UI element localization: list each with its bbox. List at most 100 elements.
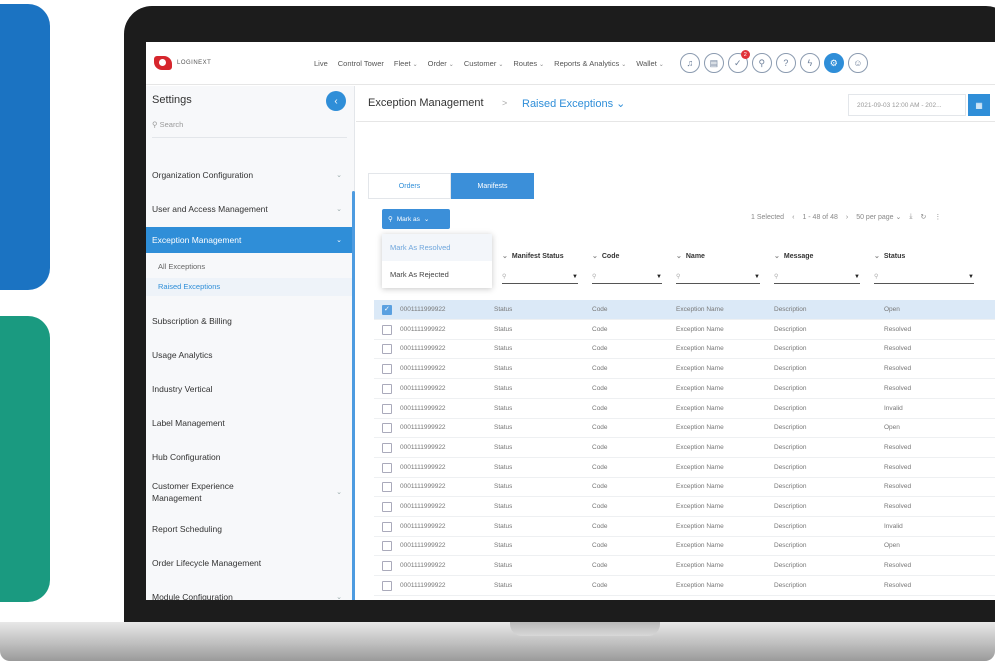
sidebar-item-report-scheduling[interactable]: Report Scheduling (146, 512, 352, 546)
table-row[interactable]: 0001111999922 Status Code Exception Name Des… (374, 339, 995, 360)
sidebar-item-usage-analytics[interactable]: Usage Analytics (146, 338, 352, 372)
brand-logo[interactable]: LOGINEXT (154, 56, 314, 70)
table-row[interactable]: 0001111999922 Status Code Exception Name Des… (374, 458, 995, 478)
column-header-manifest-status[interactable]: ⌄ Manifest Status (502, 246, 588, 266)
mark-as-button[interactable]: ⚲ Mark as ⌄ (382, 209, 450, 229)
tab-manifests[interactable]: Manifests (451, 173, 534, 199)
table-row[interactable]: 0001111999922 Status Code Exception Name Des… (374, 536, 995, 557)
table-row[interactable]: 0001111999922 Status Code Exception Name Des… (374, 379, 995, 399)
cell-id: 0001111999922 (400, 463, 446, 471)
next-page-icon[interactable]: › (846, 214, 848, 221)
sidebar-subitem-raised-exceptions[interactable]: Raised Exceptions (146, 278, 352, 296)
table-row[interactable]: 0001111999922 Status Code Exception Name Des… (374, 596, 995, 601)
column-filter-input[interactable]: ⚲ ▼ (874, 270, 974, 284)
column-header-name[interactable]: ⌄ Name (676, 246, 770, 266)
row-checkbox[interactable] (382, 442, 392, 453)
help-icon[interactable]: ? (775, 53, 796, 73)
row-checkbox[interactable] (382, 364, 392, 375)
nav-item-fleet[interactable]: Fleet ⌄ (394, 59, 418, 68)
column-filter-input[interactable]: ⚲ ▼ (676, 270, 760, 284)
filter-dropdown-icon[interactable]: ▼ (656, 274, 662, 280)
row-checkbox[interactable] (382, 344, 392, 355)
sidebar-item-user-and-access-management[interactable]: User and Access Management ⌄ (146, 192, 352, 226)
breadcrumb-dropdown[interactable]: Raised Exceptions ⌄ (522, 97, 625, 110)
cell-message: Description (774, 522, 807, 530)
column-filter-input[interactable]: ⚲ ▼ (592, 270, 662, 284)
table-row[interactable]: 0001111999922 Status Code Exception Name Des… (374, 438, 995, 458)
table-row[interactable]: 0001111999922 Status Code Exception Name Des… (374, 300, 995, 320)
column-filter-input[interactable]: ⚲ ▼ (502, 270, 578, 284)
row-checkbox[interactable] (382, 482, 392, 493)
collapse-sidebar-button[interactable]: ‹ (326, 91, 346, 111)
table-row[interactable]: 0001111999922 Status Code Exception Name Des… (374, 399, 995, 419)
row-checkbox[interactable] (382, 561, 392, 572)
cell-code: Code (592, 325, 608, 333)
sidebar-search-input[interactable]: ⚲ Search (152, 120, 347, 138)
nav-item-wallet[interactable]: Wallet ⌄ (636, 59, 664, 68)
table-row[interactable]: 0001111999922 Status Code Exception Name Des… (374, 477, 995, 498)
tasks-icon[interactable]: ✓ 2 (727, 50, 750, 73)
sidebar-item-subscription-billing[interactable]: Subscription & Billing (146, 304, 352, 338)
table-row[interactable]: 0001111999922 Status Code Exception Name Des… (374, 517, 995, 537)
date-range-picker[interactable]: 2021-09-03 12:00 AM - 202... (848, 94, 966, 116)
nav-item-customer[interactable]: Customer ⌄ (464, 59, 504, 68)
table-row[interactable]: 0001111999922 Status Code Exception Name Des… (374, 497, 995, 517)
column-header-code[interactable]: ⌄ Code (592, 246, 672, 266)
cell-manifest-status: Status (494, 581, 513, 589)
filter-dropdown-icon[interactable]: ▼ (854, 274, 860, 280)
user-icon[interactable]: ☺ (847, 53, 868, 73)
nav-item-live[interactable]: Live (314, 59, 328, 68)
sidebar-item-label-management[interactable]: Label Management (146, 406, 352, 440)
sidebar-subitem-all-exceptions[interactable]: All Exceptions (146, 258, 352, 276)
bolt-icon[interactable]: ϟ (799, 53, 820, 73)
row-checkbox[interactable] (382, 305, 392, 315)
sidebar-scrollbar[interactable] (352, 191, 355, 600)
row-checkbox[interactable] (382, 502, 392, 512)
sidebar-item-customer-experience-management[interactable]: Customer Experience Management ⌄ (146, 472, 352, 512)
table-row[interactable]: 0001111999922 Status Code Exception Name Des… (374, 418, 995, 439)
download-icon[interactable]: ⤓ (909, 213, 912, 221)
table-row[interactable]: 0001111999922 Status Code Exception Name Des… (374, 320, 995, 340)
table-row[interactable]: 0001111999922 Status Code Exception Name Des… (374, 576, 995, 596)
cell-status: Open (884, 306, 900, 313)
sidebar-item-exception-management[interactable]: Exception Management ⌄ (146, 227, 352, 253)
filter-dropdown-icon[interactable]: ▼ (754, 274, 760, 280)
row-checkbox[interactable] (382, 423, 392, 434)
tab-orders[interactable]: Orders (368, 173, 451, 199)
sidebar-item-organization-configuration[interactable]: Organization Configuration ⌄ (146, 158, 352, 192)
column-filter-input[interactable]: ⚲ ▼ (774, 270, 860, 284)
row-checkbox[interactable] (382, 383, 392, 394)
nav-item-routes[interactable]: Routes ⌄ (513, 59, 544, 68)
more-icon[interactable]: ⋮ (934, 213, 941, 221)
sidebar-item-hub-configuration[interactable]: Hub Configuration (146, 440, 352, 474)
nav-item-control-tower[interactable]: Control Tower (338, 59, 384, 68)
filter-dropdown-icon[interactable]: ▼ (572, 274, 578, 280)
column-header-message[interactable]: ⌄ Message (774, 246, 870, 266)
dropdown-option-mark-as-rejected[interactable]: Mark As Rejected (382, 261, 492, 288)
per-page-select[interactable]: 50 per page ⌄ (856, 213, 901, 221)
filter-dropdown-icon[interactable]: ▼ (968, 274, 974, 280)
prev-page-icon[interactable]: ‹ (792, 214, 794, 221)
sidebar-item-module-configuration[interactable]: Module Configuration ⌄ (146, 580, 352, 600)
bell-icon[interactable]: ♫ (679, 53, 700, 73)
refresh-icon[interactable]: ↻ (921, 213, 927, 221)
row-checkbox[interactable] (382, 403, 392, 414)
nav-item-order[interactable]: Order ⌄ (428, 59, 454, 68)
column-header-status[interactable]: ⌄ Status (874, 246, 984, 266)
row-checkbox[interactable] (382, 580, 392, 591)
calendar-icon[interactable]: ▦ (968, 94, 990, 116)
row-checkbox[interactable] (382, 541, 392, 552)
chat-icon[interactable]: ▤ (703, 53, 724, 73)
nav-item-reports-analytics[interactable]: Reports & Analytics ⌄ (554, 59, 626, 68)
row-checkbox[interactable] (382, 521, 392, 532)
sidebar-item-order-lifecycle-management[interactable]: Order Lifecycle Management (146, 546, 352, 580)
search-icon[interactable]: ⚲ (751, 53, 772, 73)
table-row[interactable]: 0001111999922 Status Code Exception Name Des… (374, 556, 995, 577)
table-row[interactable]: 0001111999922 Status Code Exception Name Des… (374, 359, 995, 380)
row-checkbox[interactable] (382, 324, 392, 335)
settings-icon[interactable]: ⚙ (823, 53, 844, 73)
sidebar-item-industry-vertical[interactable]: Industry Vertical (146, 372, 352, 406)
row-checkbox[interactable] (382, 462, 392, 473)
column-header-label: Message (783, 252, 814, 260)
dropdown-option-mark-as-resolved[interactable]: Mark As Resolved (382, 234, 492, 261)
